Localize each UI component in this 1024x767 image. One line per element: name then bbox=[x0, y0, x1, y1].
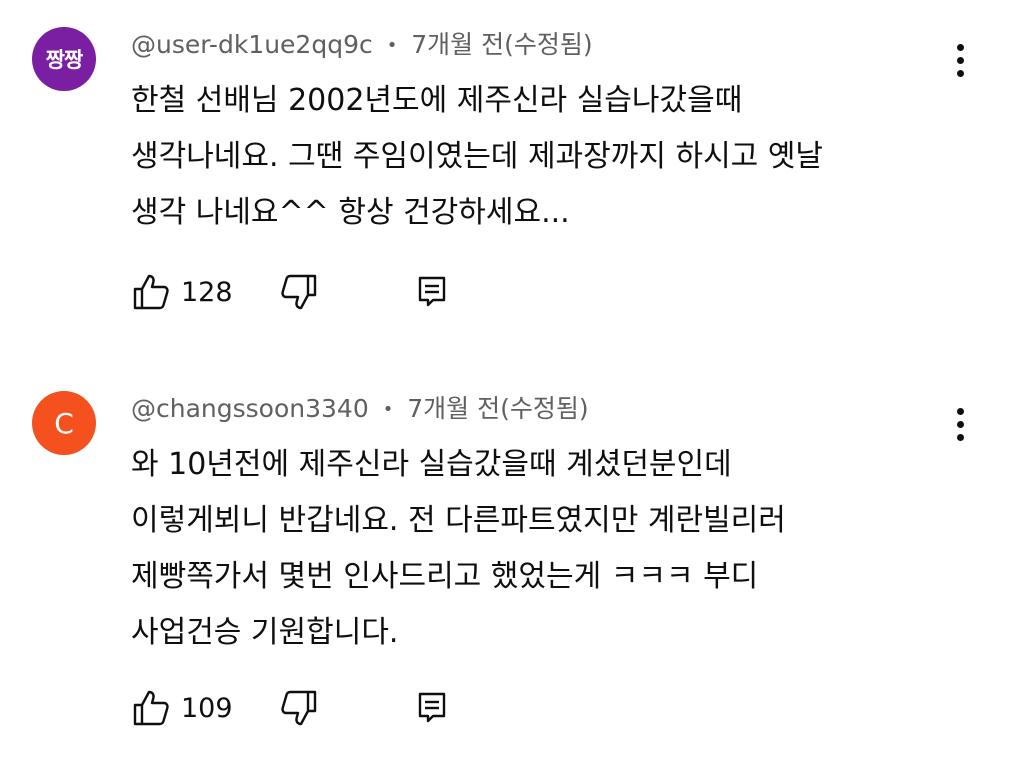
comment-timestamp: 7개월 전(수정됨) bbox=[407, 394, 589, 423]
reply-button[interactable] bbox=[416, 686, 448, 730]
thumbs-up-icon bbox=[133, 690, 169, 726]
dislike-button[interactable] bbox=[277, 270, 319, 314]
reply-icon bbox=[418, 276, 446, 307]
avatar-label: 짱짱 bbox=[45, 48, 84, 72]
comment-text: 한철 선배님 2002년도에 제주신라 실습나갔을때 생각나네요. 그땐 주임이… bbox=[131, 73, 991, 241]
comment-meta: @changssoon3340 • 7개월 전(수정됨) bbox=[131, 391, 589, 428]
comment-text-line: 이렇게뵈니 반갑네요. 전 다른파트였지만 계란빌리러 bbox=[131, 503, 786, 538]
like-button[interactable]: 109 bbox=[131, 686, 233, 730]
comment-text-line: 생각 나네요^^ 항상 건강하세요... bbox=[131, 195, 570, 230]
comment-text-line: 와 10년전에 제주신라 실습갔을때 계셨던분인데 bbox=[131, 447, 732, 482]
like-count: 109 bbox=[181, 692, 233, 724]
reply-icon bbox=[418, 692, 446, 723]
thumbs-down-icon bbox=[281, 690, 317, 726]
comment-actions: 128 bbox=[131, 270, 531, 314]
dislike-button[interactable] bbox=[277, 686, 319, 730]
like-button[interactable]: 128 bbox=[131, 270, 233, 314]
avatar-label: C bbox=[54, 406, 74, 440]
reply-button[interactable] bbox=[416, 270, 448, 314]
comment-meta: @user-dk1ue2qq9c • 7개월 전(수정됨) bbox=[131, 27, 593, 64]
meta-separator: • bbox=[386, 35, 398, 56]
thumbs-down-icon bbox=[281, 274, 317, 310]
avatar[interactable]: 짱짱 bbox=[32, 27, 96, 91]
comment-actions: 109 bbox=[131, 686, 531, 730]
comment-text: 와 10년전에 제주신라 실습갔을때 계셨던분인데 이렇게뵈니 반갑네요. 전 … bbox=[131, 437, 991, 661]
comment-author[interactable]: @user-dk1ue2qq9c bbox=[131, 30, 373, 59]
comment-text-line: 제빵쪽가서 몇번 인사드리고 했었는게 ㅋㅋㅋ 부디 bbox=[131, 559, 759, 594]
like-count: 128 bbox=[181, 276, 233, 308]
avatar[interactable]: C bbox=[32, 391, 96, 455]
comment-text-line: 한철 선배님 2002년도에 제주신라 실습나갔을때 bbox=[131, 83, 743, 118]
comment-text-line: 생각나네요. 그땐 주임이였는데 제과장까지 하시고 옛날 bbox=[131, 139, 824, 174]
comment-author[interactable]: @changssoon3340 bbox=[131, 394, 369, 423]
meta-separator: • bbox=[382, 399, 394, 420]
thumbs-up-icon bbox=[133, 274, 169, 310]
comment-text-line: 사업건승 기원합니다. bbox=[131, 615, 399, 650]
comment-timestamp: 7개월 전(수정됨) bbox=[411, 30, 593, 59]
